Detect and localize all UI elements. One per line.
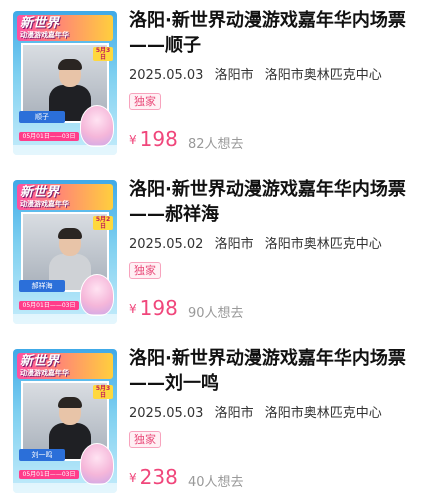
poster-dates: 05月01日——03日 bbox=[19, 132, 79, 141]
event-price: ¥198 bbox=[129, 127, 178, 151]
poster-guest-name: 刘一鸣 bbox=[19, 449, 65, 461]
want-count: 40人想去 bbox=[188, 475, 244, 490]
want-count: 82人想去 bbox=[188, 137, 244, 152]
mascot-illustration bbox=[80, 274, 114, 316]
mascot-illustration bbox=[80, 105, 114, 147]
poster-date-tag: 5月3日 bbox=[93, 385, 113, 399]
currency-symbol: ¥ bbox=[129, 133, 137, 147]
event-price: ¥198 bbox=[129, 296, 178, 320]
poster-footer bbox=[13, 145, 117, 155]
event-title[interactable]: 洛阳·新世界动漫游戏嘉年华内场票——郝祥海 bbox=[129, 177, 413, 227]
event-card[interactable]: 新世界 动漫游戏嘉年华 5月3日 顺子 05月01日——03日 洛阳·新世界动漫… bbox=[0, 4, 424, 162]
price-amount: 238 bbox=[139, 465, 178, 489]
event-meta: 2025.05.03 洛阳市 洛阳市奥林匹克中心 bbox=[129, 67, 419, 85]
exclusive-badge: 独家 bbox=[129, 262, 161, 279]
want-count: 90人想去 bbox=[188, 306, 244, 321]
event-card[interactable]: 新世界 动漫游戏嘉年华 5月3日 刘一鸣 05月01日——03日 洛阳·新世界动… bbox=[0, 342, 424, 500]
event-city: 洛阳市 bbox=[214, 406, 254, 421]
currency-symbol: ¥ bbox=[129, 471, 137, 485]
event-title[interactable]: 洛阳·新世界动漫游戏嘉年华内场票——刘一鸣 bbox=[129, 346, 413, 396]
event-venue: 洛阳市奥林匹克中心 bbox=[264, 237, 382, 252]
poster-date-tag: 5月2日 bbox=[93, 216, 113, 230]
poster-dates: 05月01日——03日 bbox=[19, 301, 79, 310]
exclusive-badge: 独家 bbox=[129, 431, 161, 448]
event-venue: 洛阳市奥林匹克中心 bbox=[264, 406, 382, 421]
event-meta: 2025.05.03 洛阳市 洛阳市奥林匹克中心 bbox=[129, 405, 419, 423]
event-poster[interactable]: 新世界 动漫游戏嘉年华 5月3日 顺子 05月01日——03日 bbox=[13, 11, 117, 155]
poster-footer bbox=[13, 314, 117, 324]
event-poster[interactable]: 新世界 动漫游戏嘉年华 5月3日 刘一鸣 05月01日——03日 bbox=[13, 349, 117, 493]
poster-brand: 新世界 动漫游戏嘉年华 bbox=[17, 15, 113, 41]
price-amount: 198 bbox=[139, 296, 178, 320]
event-poster[interactable]: 新世界 动漫游戏嘉年华 5月2日 郝祥海 05月01日——03日 bbox=[13, 180, 117, 324]
poster-footer bbox=[13, 483, 117, 493]
currency-symbol: ¥ bbox=[129, 302, 137, 316]
event-list: 新世界 动漫游戏嘉年华 5月3日 顺子 05月01日——03日 洛阳·新世界动漫… bbox=[0, 0, 424, 500]
event-date: 2025.05.03 bbox=[129, 68, 204, 83]
event-price: ¥238 bbox=[129, 465, 178, 489]
event-city: 洛阳市 bbox=[214, 237, 254, 252]
poster-date-tag: 5月3日 bbox=[93, 47, 113, 61]
event-date: 2025.05.02 bbox=[129, 237, 204, 252]
event-date: 2025.05.03 bbox=[129, 406, 204, 421]
event-meta: 2025.05.02 洛阳市 洛阳市奥林匹克中心 bbox=[129, 236, 419, 254]
exclusive-badge: 独家 bbox=[129, 93, 161, 110]
mascot-illustration bbox=[80, 443, 114, 485]
poster-guest-name: 顺子 bbox=[19, 111, 65, 123]
poster-brand: 新世界 动漫游戏嘉年华 bbox=[17, 184, 113, 210]
price-amount: 198 bbox=[139, 127, 178, 151]
poster-brand: 新世界 动漫游戏嘉年华 bbox=[17, 353, 113, 379]
event-card[interactable]: 新世界 动漫游戏嘉年华 5月2日 郝祥海 05月01日——03日 洛阳·新世界动… bbox=[0, 173, 424, 331]
event-venue: 洛阳市奥林匹克中心 bbox=[264, 68, 382, 83]
event-title[interactable]: 洛阳·新世界动漫游戏嘉年华内场票——顺子 bbox=[129, 8, 413, 58]
event-city: 洛阳市 bbox=[214, 68, 254, 83]
poster-guest-name: 郝祥海 bbox=[19, 280, 65, 292]
poster-dates: 05月01日——03日 bbox=[19, 470, 79, 479]
